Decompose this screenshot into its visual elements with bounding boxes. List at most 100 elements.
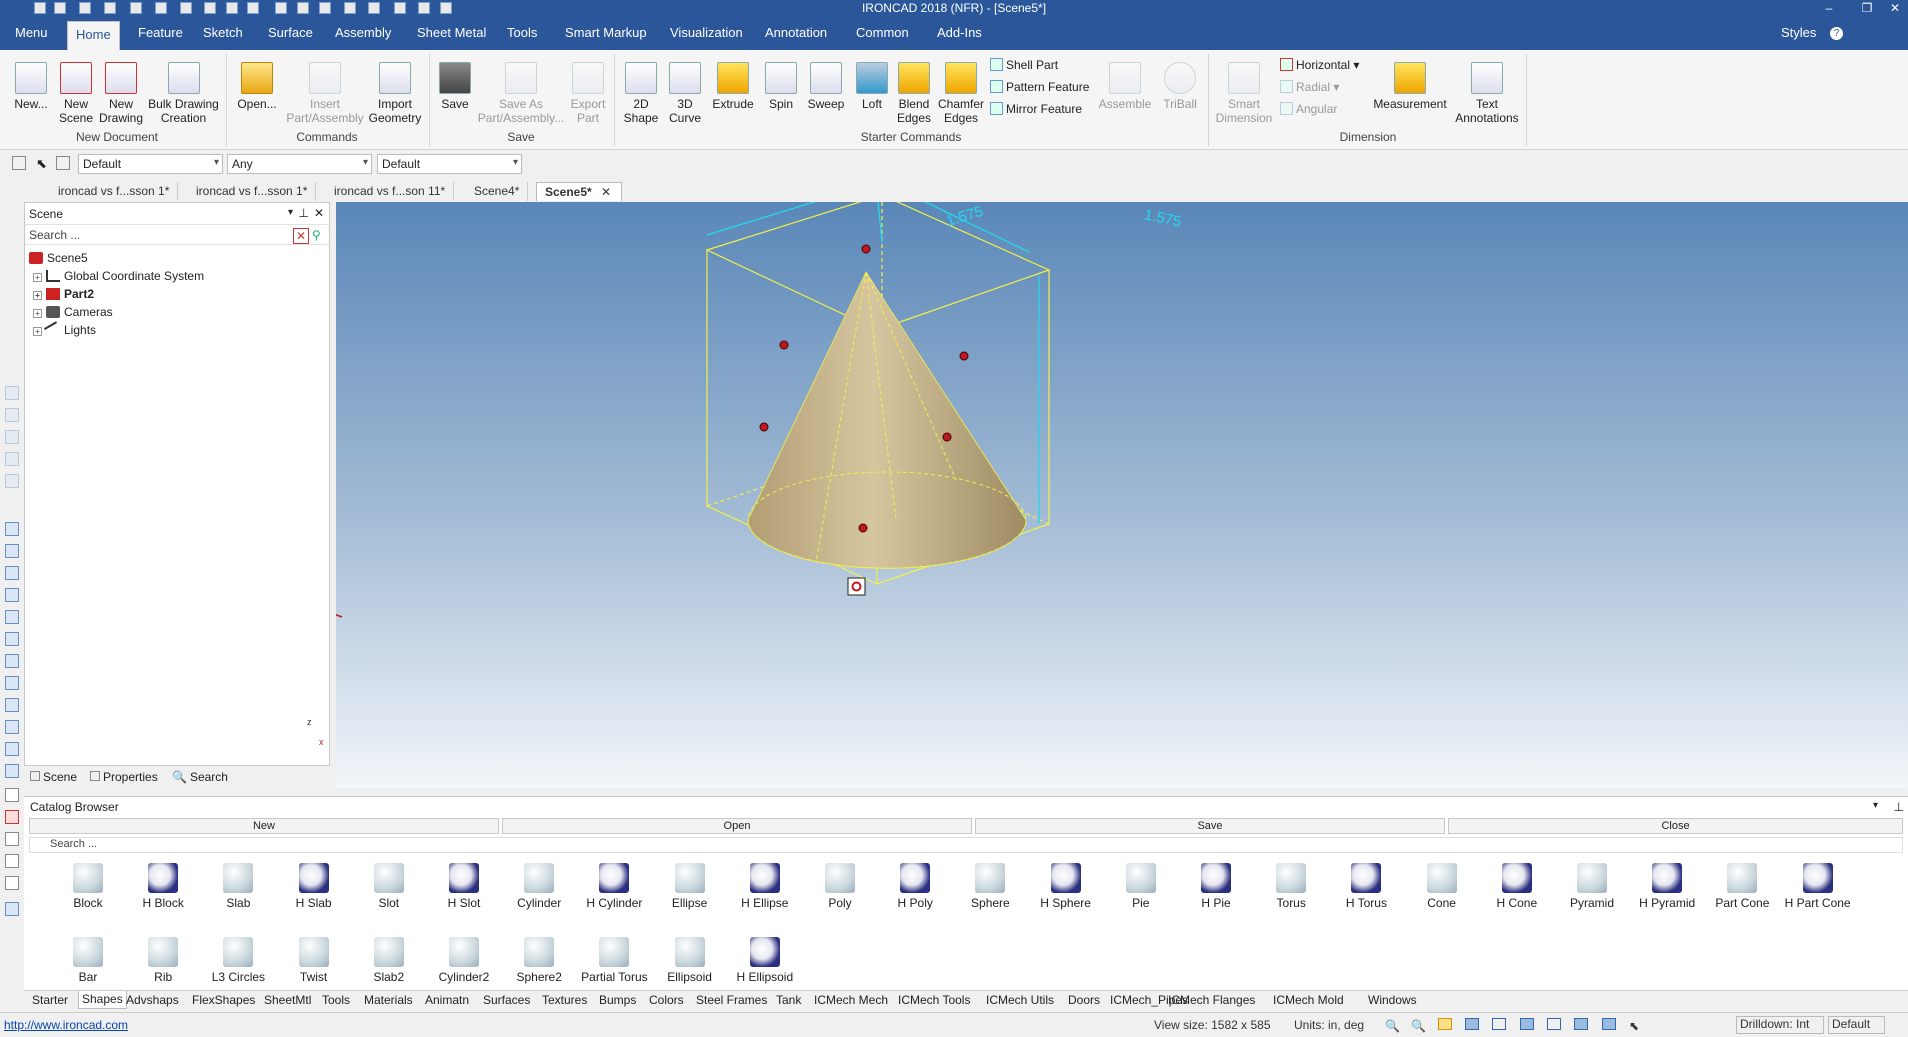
panel-dropdown-icon[interactable]: ▾ bbox=[288, 207, 293, 218]
tab-scene[interactable]: Scene bbox=[30, 770, 77, 784]
catalog-shape-part-cone[interactable]: Part Cone bbox=[1704, 863, 1780, 910]
spin-button[interactable]: Spin bbox=[760, 62, 802, 111]
zoom-icon[interactable]: 🔍 bbox=[1385, 1019, 1400, 1033]
catalog-shape-cone[interactable]: Cone bbox=[1404, 863, 1480, 910]
shading-icon[interactable] bbox=[1519, 1018, 1534, 1030]
catalog-shape-sphere[interactable]: Sphere bbox=[952, 863, 1028, 910]
catalog-tab-tools[interactable]: Tools bbox=[322, 993, 350, 1007]
insert-part-button[interactable]: Insert Part/Assembly bbox=[282, 62, 368, 125]
tab-smart-markup[interactable]: Smart Markup bbox=[565, 25, 647, 40]
styles-menu[interactable]: Styles bbox=[1781, 25, 1816, 40]
website-link[interactable]: http://www.ironcad.com bbox=[4, 1018, 128, 1032]
save-as-button[interactable]: Save As Part/Assembly... bbox=[475, 62, 567, 125]
catalog-tab-sheetmtl[interactable]: SheetMtl bbox=[264, 993, 311, 1007]
measure-tool-icon[interactable] bbox=[5, 832, 19, 846]
pattern-feature-button[interactable]: Pattern Feature bbox=[990, 80, 1089, 94]
catalog-shape-h-pyramid[interactable]: H Pyramid bbox=[1629, 863, 1705, 910]
catalog-tab-textures[interactable]: Textures bbox=[542, 993, 587, 1007]
catalog-shape-poly[interactable]: Poly bbox=[802, 863, 878, 910]
tree-item-cameras[interactable]: + Cameras bbox=[33, 305, 113, 319]
bulk-drawing-button[interactable]: Bulk Drawing Creation bbox=[146, 62, 221, 125]
catalog-tab-tank[interactable]: Tank bbox=[776, 993, 801, 1007]
view-normal-icon[interactable] bbox=[5, 720, 19, 734]
catalog-shape-bar[interactable]: Bar bbox=[50, 937, 126, 984]
triball-button[interactable]: TriBall bbox=[1158, 62, 1202, 111]
tab-tools[interactable]: Tools bbox=[507, 25, 537, 40]
chamfer-edges-button[interactable]: Chamfer Edges bbox=[937, 62, 985, 125]
catalog-tab-windows[interactable]: Windows bbox=[1368, 993, 1417, 1007]
close-tab-icon[interactable]: ✕ bbox=[601, 185, 611, 199]
camera-mode-icon[interactable] bbox=[1546, 1018, 1561, 1030]
loft-button[interactable]: Loft bbox=[850, 62, 894, 111]
tree-item-scene5[interactable]: Scene5 bbox=[29, 251, 88, 265]
catalog-close-button[interactable]: Close bbox=[1448, 818, 1903, 834]
view-custom-icon[interactable] bbox=[5, 764, 19, 778]
new-scene-button[interactable]: New Scene bbox=[57, 62, 95, 125]
annotation-tool-icon[interactable] bbox=[5, 902, 19, 916]
extrude-button[interactable]: Extrude bbox=[708, 62, 758, 111]
tab-common[interactable]: Common bbox=[856, 25, 909, 40]
select-cursor-icon[interactable]: ⬉ bbox=[1629, 1019, 1639, 1033]
tab-search[interactable]: 🔍 Search bbox=[172, 770, 228, 784]
catalog-tab-starter[interactable]: Starter bbox=[32, 993, 68, 1007]
tab-visualization[interactable]: Visualization bbox=[670, 25, 743, 40]
import-geometry-button[interactable]: Import Geometry bbox=[366, 62, 424, 125]
catalog-shape-ellipse[interactable]: Ellipse bbox=[652, 863, 728, 910]
catalog-shape-slab2[interactable]: Slab2 bbox=[351, 937, 427, 984]
sweep-button[interactable]: Sweep bbox=[804, 62, 848, 111]
view-back-icon[interactable] bbox=[5, 544, 19, 558]
horizontal-dimension-button[interactable]: Horizontal ▾ bbox=[1280, 58, 1359, 72]
filter-icon[interactable]: ⚲ bbox=[312, 228, 326, 244]
catalog-shape-h-cylinder[interactable]: H Cylinder bbox=[576, 863, 652, 910]
catalog-shape-slab[interactable]: Slab bbox=[200, 863, 276, 910]
layer-dropdown[interactable]: Default bbox=[377, 154, 522, 174]
catalog-tab-surfaces[interactable]: Surfaces bbox=[483, 993, 530, 1007]
select-mode-icon[interactable] bbox=[56, 156, 70, 170]
2d-shape-button[interactable]: 2D Shape bbox=[620, 62, 662, 125]
catalog-tab-icmech-tools[interactable]: ICMech Tools bbox=[898, 993, 970, 1007]
catalog-shape-rib[interactable]: Rib bbox=[125, 937, 201, 984]
doc-tab-active[interactable]: Scene5* ✕ bbox=[536, 182, 622, 201]
pin-icon[interactable]: ⊥ bbox=[299, 206, 309, 220]
tab-menu[interactable]: Menu bbox=[15, 25, 48, 40]
orient-icon[interactable] bbox=[1492, 1018, 1507, 1030]
tab-annotation[interactable]: Annotation bbox=[765, 25, 827, 40]
export-part-button[interactable]: Export Part bbox=[566, 62, 610, 125]
tree-item-part2[interactable]: + Part2 bbox=[33, 287, 94, 301]
assemble-button[interactable]: Assemble bbox=[1096, 62, 1154, 111]
catalog-shape-h-block[interactable]: H Block bbox=[125, 863, 201, 910]
cone-body[interactable] bbox=[747, 271, 1027, 569]
catalog-save-button[interactable]: Save bbox=[975, 818, 1445, 834]
smart-dimension-button[interactable]: Smart Dimension bbox=[1214, 62, 1274, 125]
catalog-new-button[interactable]: New bbox=[29, 818, 499, 834]
angular-dimension-button[interactable]: Angular bbox=[1280, 102, 1337, 116]
render-mode-icon[interactable] bbox=[1437, 1018, 1452, 1030]
zoom-window-icon[interactable]: 🔍 bbox=[1411, 1019, 1426, 1033]
catalog-shape-h-slab[interactable]: H Slab bbox=[276, 863, 352, 910]
catalog-shape-l3-circles[interactable]: L3 Circles bbox=[200, 937, 276, 984]
view-trimetric-icon[interactable] bbox=[5, 698, 19, 712]
catalog-tab-advshaps[interactable]: Advshaps bbox=[126, 993, 179, 1007]
close-window-button[interactable]: ✕ bbox=[1884, 0, 1906, 17]
mirror-feature-button[interactable]: Mirror Feature bbox=[990, 102, 1082, 116]
help-icon[interactable]: ? bbox=[1830, 27, 1843, 40]
catalog-dropdown-icon[interactable]: ▾ bbox=[1873, 800, 1878, 811]
open-button[interactable]: Open... bbox=[234, 62, 280, 111]
view-tool-icon[interactable] bbox=[5, 430, 19, 444]
tab-surface[interactable]: Surface bbox=[268, 25, 313, 40]
catalog-tab-icmech-mold[interactable]: ICMech Mold bbox=[1273, 993, 1344, 1007]
view-tool-icon[interactable] bbox=[5, 474, 19, 488]
view-dimetric-icon[interactable] bbox=[5, 676, 19, 690]
scene-mode-icon[interactable] bbox=[1601, 1018, 1616, 1030]
view-right-icon[interactable] bbox=[5, 632, 19, 646]
drilldown-dropdown[interactable]: Drilldown: Int bbox=[1736, 1016, 1825, 1034]
filter-dropdown[interactable]: Any bbox=[227, 154, 372, 174]
3d-curve-button[interactable]: 3D Curve bbox=[664, 62, 706, 125]
view-cube-icon[interactable] bbox=[1464, 1018, 1479, 1030]
catalog-shape-h-sphere[interactable]: H Sphere bbox=[1028, 863, 1104, 910]
catalog-shape-h-part-cone[interactable]: H Part Cone bbox=[1780, 863, 1856, 910]
tab-properties[interactable]: Properties bbox=[90, 770, 158, 784]
catalog-shape-pie[interactable]: Pie bbox=[1103, 863, 1179, 910]
catalog-tab-materials[interactable]: Materials bbox=[364, 993, 413, 1007]
catalog-tab-bumps[interactable]: Bumps bbox=[599, 993, 636, 1007]
